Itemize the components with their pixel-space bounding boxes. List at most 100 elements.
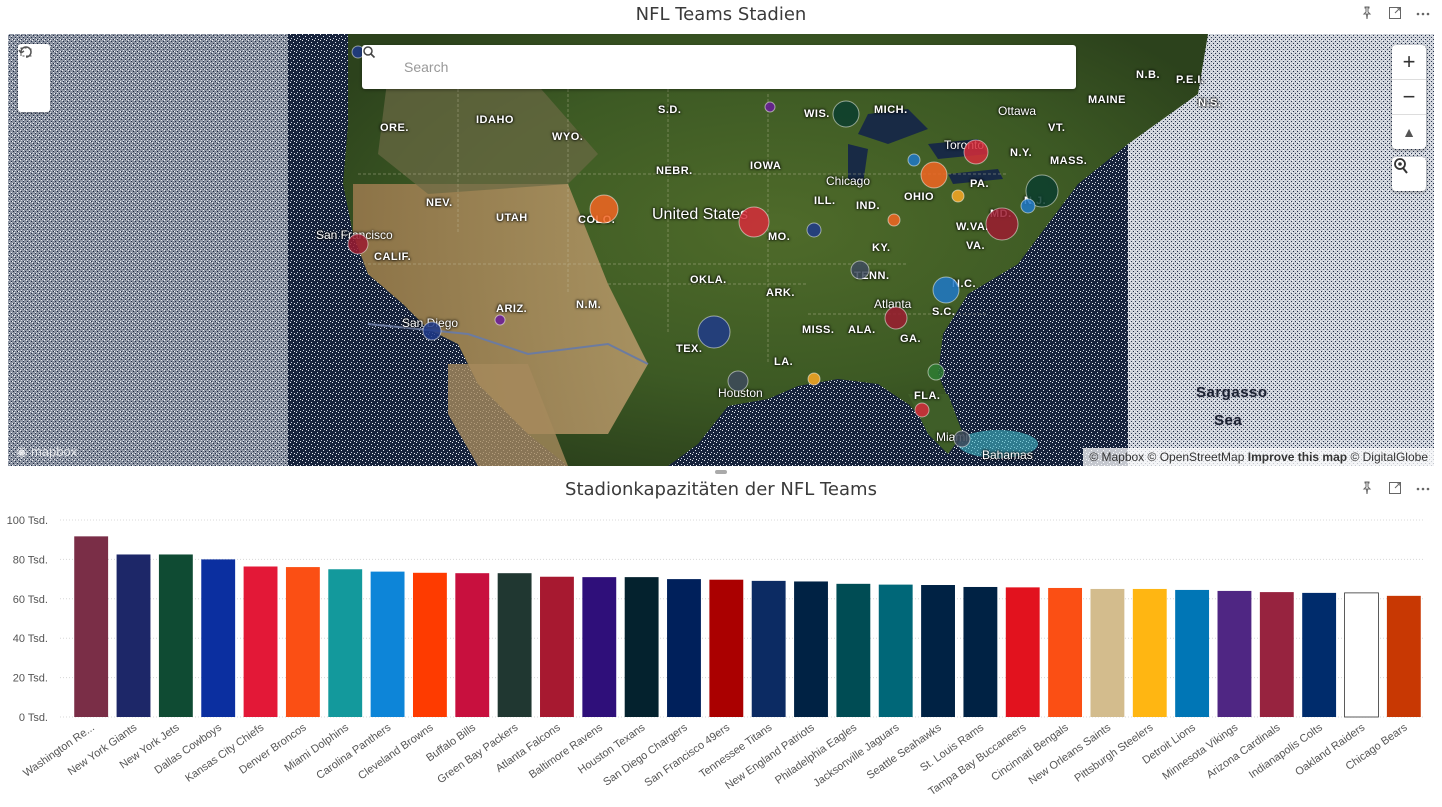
bar[interactable] [370, 571, 405, 717]
bar[interactable] [1302, 592, 1337, 717]
stadium-bubble [920, 161, 948, 189]
map-search-box[interactable] [362, 45, 1076, 89]
bar[interactable] [1132, 588, 1167, 717]
compass-button[interactable]: ▲ [1392, 115, 1426, 149]
lasso-select-icon[interactable] [18, 47, 50, 112]
x-category-label: Cleveland Browns [356, 721, 436, 782]
bar[interactable] [1175, 589, 1210, 717]
chart-title: Stadionkapazitäten der NFL Teams [565, 479, 877, 500]
x-category-label: Tennessee Titans [697, 721, 774, 780]
stadium-bubble [850, 260, 870, 280]
mapbox-logo[interactable]: ◉ mapbox [16, 444, 77, 460]
stadium-bubble [932, 276, 960, 304]
map-attribution: © Mapbox © OpenStreetMap Improve this ma… [1083, 448, 1434, 466]
stadium-bubble [951, 189, 965, 203]
bar[interactable] [878, 584, 913, 717]
focus-mode-icon[interactable] [1386, 479, 1404, 497]
x-category-label: Indianapolis Colts [1247, 721, 1325, 781]
map-search-input[interactable] [402, 58, 1076, 76]
attribution-mapbox[interactable]: © Mapbox © OpenStreetMap [1089, 450, 1244, 464]
map-left-controls [18, 44, 50, 112]
x-category-label: Green Bay Packers [435, 721, 520, 786]
zoom-in-button[interactable]: + [1392, 45, 1426, 80]
bar[interactable] [116, 554, 151, 717]
stadium-bubble [589, 194, 619, 224]
x-category-label: Pittsburgh Steelers [1072, 721, 1155, 784]
stadium-bubble [887, 213, 901, 227]
mapbox-logo-icon: ◉ [16, 444, 31, 459]
bar[interactable] [158, 554, 193, 717]
map-visual[interactable]: NFL Teams Stadien ORE. IDAHO WYO. S.D. W… [0, 0, 1442, 470]
y-tick-label: 80 Tsd. [13, 554, 48, 566]
x-category-label: Kansas City Chiefs [183, 721, 266, 784]
bar[interactable] [963, 586, 998, 717]
bar[interactable] [794, 581, 828, 717]
bar[interactable] [285, 567, 320, 717]
bar[interactable] [582, 577, 617, 717]
more-options-icon[interactable] [1414, 479, 1432, 497]
focus-mode-icon[interactable] [1386, 4, 1404, 22]
stadium-bubble [985, 207, 1019, 241]
stadium-bubble [1020, 198, 1036, 214]
compass-icon: ▲ [1402, 124, 1416, 140]
bar[interactable] [624, 577, 659, 717]
x-category-label: Seattle Seahawks [865, 721, 944, 782]
bar[interactable] [709, 579, 744, 717]
stadium-bubble [422, 321, 442, 341]
attribution-digitalglobe[interactable]: © DigitalGlobe [1350, 450, 1428, 464]
bar[interactable] [1090, 588, 1125, 717]
stadium-bubble [914, 402, 930, 418]
bar[interactable] [921, 585, 955, 717]
bar-chart: 0 Tsd. 20 Tsd. 40 Tsd. 60 Tsd. 80 Tsd. 100 Ts… [7, 515, 1425, 798]
x-category-label: Oakland Raiders [1293, 721, 1367, 778]
bar[interactable] [328, 569, 363, 717]
bar[interactable] [1048, 587, 1083, 717]
location-search-button[interactable] [1392, 157, 1426, 191]
x-category-label: Baltimore Ravens [527, 721, 605, 781]
bar[interactable] [540, 576, 574, 717]
stadium-bubble [738, 206, 770, 238]
stadium-bubble [807, 372, 821, 386]
bar[interactable] [1386, 595, 1421, 717]
bar[interactable] [497, 573, 532, 717]
bar[interactable] [1259, 592, 1294, 717]
more-options-icon[interactable] [1414, 4, 1432, 22]
bar[interactable] [836, 583, 871, 717]
pin-icon[interactable] [1358, 4, 1376, 22]
zoom-out-button[interactable]: − [1392, 80, 1426, 115]
y-tick-label: 40 Tsd. [13, 633, 48, 645]
magnifier-pin-icon [1394, 158, 1408, 174]
y-tick-label: 60 Tsd. [13, 594, 48, 606]
bar[interactable] [1005, 587, 1040, 717]
bar[interactable] [455, 573, 490, 717]
map-canvas[interactable]: ORE. IDAHO WYO. S.D. WIS. MICH. MAINE N.B. P.E.I… [8, 34, 1434, 466]
map-zoom-controls: + − ▲ [1392, 45, 1426, 149]
stadium-bubble [697, 315, 731, 349]
bar[interactable] [74, 536, 109, 717]
bar[interactable] [412, 572, 447, 717]
bar[interactable] [1217, 590, 1252, 717]
bar[interactable] [751, 580, 786, 717]
stadium-bubble [806, 222, 822, 238]
bar[interactable] [243, 566, 278, 717]
chart-visual-header-icons [1358, 479, 1432, 497]
visual-resize-handle[interactable] [715, 470, 727, 474]
bar[interactable] [201, 559, 236, 717]
x-category-label: Minnesota Vikings [1160, 721, 1240, 782]
y-tick-label: 100 Tsd. [7, 515, 48, 527]
x-category-label: Washington Re... [21, 722, 97, 780]
bar[interactable] [667, 579, 701, 717]
improve-map-link[interactable]: Improve this map [1248, 450, 1347, 464]
x-category-label: Carolina Panthers [314, 721, 393, 782]
stadium-bubble [764, 101, 776, 113]
map-title: NFL Teams Stadien [635, 4, 807, 25]
x-category-label: Arizona Cardinals [1205, 721, 1283, 781]
bar[interactable] [1344, 592, 1379, 718]
stadium-bubble [953, 430, 971, 448]
y-tick-label: 0 Tsd. [19, 712, 48, 724]
pin-icon[interactable] [1358, 479, 1376, 497]
map-visual-header-icons [1358, 4, 1432, 22]
stadium-bubble [494, 314, 506, 326]
stadium-bubble [963, 139, 989, 165]
chart-visual[interactable]: Stadionkapazitäten der NFL Teams 0 Tsd. 2… [0, 475, 1442, 807]
